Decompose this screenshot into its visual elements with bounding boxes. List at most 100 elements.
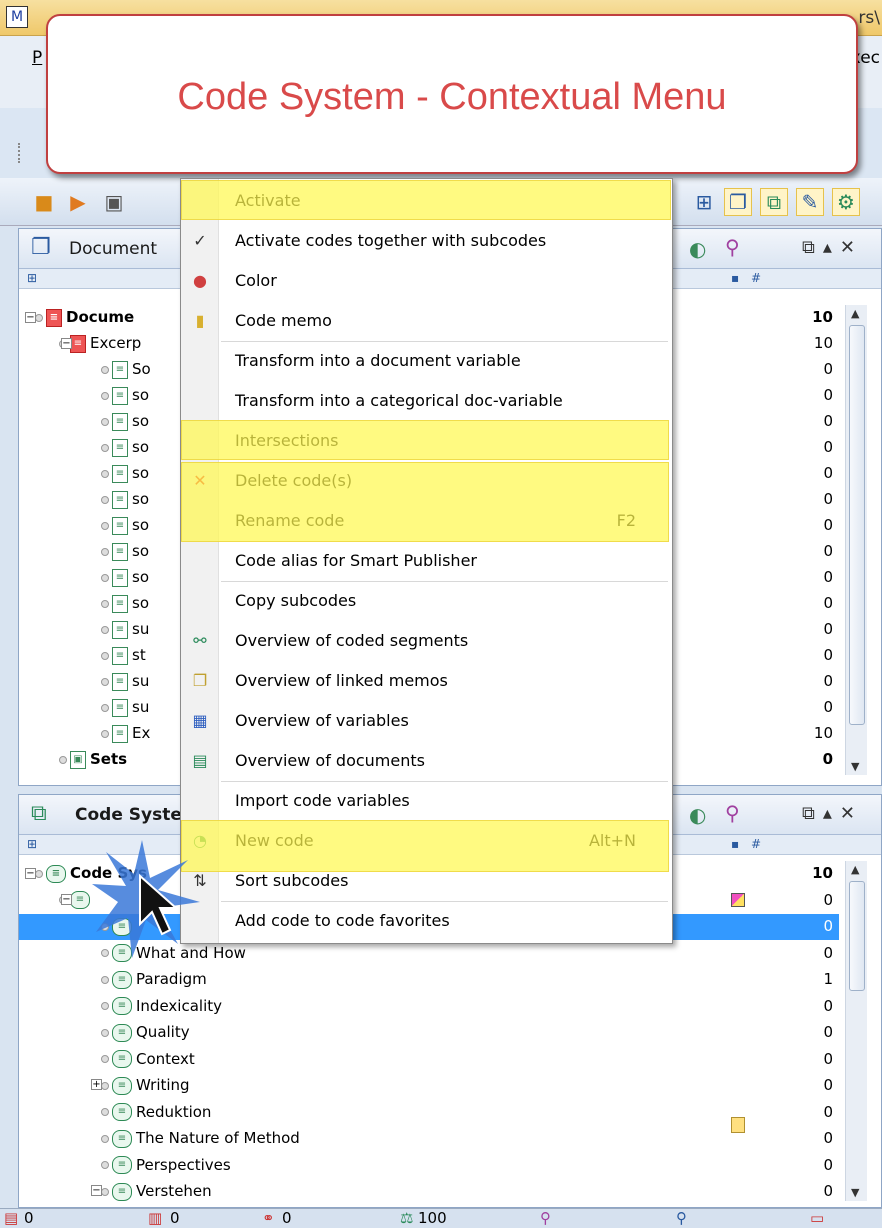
code-icon: ≡ xyxy=(112,1129,132,1148)
scroll-thumb[interactable] xyxy=(849,881,865,991)
highlight-delete-rename xyxy=(181,462,669,542)
row-count: 0 xyxy=(823,464,833,482)
expand-toggle[interactable]: + xyxy=(91,1079,102,1090)
retrieved-segments-icon[interactable]: ⚙ xyxy=(832,188,860,216)
row-count: 0 xyxy=(823,412,833,430)
code-row[interactable]: ≡ Reduktion 0 xyxy=(19,1100,839,1126)
panel-window-buttons[interactable]: ⧉▴✕ xyxy=(802,803,863,824)
row-count: 1 xyxy=(823,970,833,988)
menu-item-overview-of-variables[interactable]: ▦ Overview of variables xyxy=(181,701,672,741)
code-icon: ≡ xyxy=(112,1103,132,1121)
status-filter-icon[interactable]: ⚲ xyxy=(540,1209,551,1227)
row-count: 0 xyxy=(823,386,833,404)
checkmark-icon: ✓ xyxy=(193,230,207,250)
code-system-window-icon[interactable]: ⧉ xyxy=(760,188,788,216)
document-icon: ≡ xyxy=(112,568,128,587)
grid-view-icon[interactable]: ⊞ xyxy=(690,188,718,216)
open-project-icon[interactable]: ▶ xyxy=(64,188,92,216)
collapse-toggle[interactable]: − xyxy=(61,338,72,349)
scroll-up-icon[interactable]: ▲ xyxy=(851,307,859,320)
code-row[interactable]: ≡ Writing 0 xyxy=(19,1073,839,1099)
menu-item-first[interactable]: P xyxy=(32,48,42,68)
document-scrollbar[interactable]: ▲ ▼ xyxy=(845,305,867,775)
scroll-down-icon[interactable]: ▼ xyxy=(851,760,859,773)
app-icon[interactable]: M xyxy=(6,6,28,28)
row-label: Reduktion xyxy=(136,1102,212,1121)
menu-item-code-alias-for-smart-publisher[interactable]: Code alias for Smart Publisher xyxy=(181,541,672,581)
row-label: so xyxy=(132,412,149,430)
tree-node-dot xyxy=(101,729,109,738)
menu-item-copy-subcodes[interactable]: Copy subcodes xyxy=(181,581,672,621)
window-title: rs\ xyxy=(858,8,880,28)
document-icon: ≡ xyxy=(112,698,128,717)
code-row[interactable]: ≡ Verstehen 0 xyxy=(19,1179,839,1205)
row-label: Ex xyxy=(132,724,151,742)
code-row[interactable]: ≡ The Nature of Method 0 xyxy=(19,1126,839,1152)
status-memo-icon[interactable]: ▭ xyxy=(810,1209,824,1227)
row-count: 0 xyxy=(823,1023,833,1041)
code-icon: ≡ xyxy=(112,970,132,989)
menu-item-label: Import code variables xyxy=(235,791,410,810)
tree-node-dot xyxy=(101,1002,109,1010)
status-activation-icon[interactable]: ⚲ xyxy=(676,1209,687,1227)
row-label: st xyxy=(132,646,146,664)
document-panel-title: Document xyxy=(69,239,158,259)
code-row[interactable]: ≡ Indexicality 0 xyxy=(19,994,839,1020)
export-icon[interactable]: ▣ xyxy=(100,188,128,216)
row-count: 0 xyxy=(823,490,833,508)
row-label: So xyxy=(132,360,151,378)
collapse-toggle[interactable]: − xyxy=(25,312,36,323)
menu-item-overview-of-coded-segments[interactable]: ⚯ Overview of coded segments xyxy=(181,621,672,661)
menu-item-activate-codes-together-with-subcodes[interactable]: ✓ Activate codes together with subcodes xyxy=(181,221,672,261)
menu-item-transform-into-a-document-variable[interactable]: Transform into a document variable xyxy=(181,341,672,381)
collapse-toggle[interactable]: − xyxy=(61,894,72,905)
tree-node-dot xyxy=(101,521,109,530)
activate-toggle-icon[interactable]: ◐ xyxy=(689,803,706,827)
code-icon: ≡ xyxy=(112,1076,132,1095)
scroll-up-icon[interactable]: ▲ xyxy=(851,863,859,876)
memo-window-icon[interactable]: ✎ xyxy=(796,188,824,216)
menu-item-import-code-variables[interactable]: Import code variables xyxy=(181,781,672,821)
code-icon: ≡ xyxy=(112,997,132,1015)
search-icon[interactable]: ⚲ xyxy=(725,801,740,825)
menu-item-transform-into-a-categorical-doc-variable[interactable]: Transform into a categorical doc-variabl… xyxy=(181,381,672,421)
row-label: so xyxy=(132,568,149,586)
document-icon: ≡ xyxy=(112,646,128,665)
code-row[interactable]: ≡ Quality 0 xyxy=(19,1020,839,1046)
menu-item-overview-of-linked-memos[interactable]: ❐ Overview of linked memos xyxy=(181,661,672,701)
code-row[interactable]: ≡ Perspectives 0 xyxy=(19,1153,839,1179)
row-label: so xyxy=(132,490,149,508)
status-codes-count: 0 xyxy=(170,1209,180,1227)
status-docs-icon: ▤ xyxy=(4,1209,19,1227)
tree-node-dot xyxy=(101,1055,109,1063)
search-icon[interactable]: ⚲ xyxy=(725,235,740,259)
documents-icon: ▤ xyxy=(192,750,208,770)
code-row[interactable]: ≡ Context 0 xyxy=(19,1047,839,1073)
code-row[interactable]: ≡ Paradigm 1 xyxy=(19,967,839,993)
row-label: so xyxy=(132,438,149,456)
tree-node-dot xyxy=(101,469,109,478)
menu-item-code-memo[interactable]: ▮ Code memo xyxy=(181,301,672,341)
document-window-icon[interactable]: ❐ xyxy=(724,188,752,216)
tree-node-dot xyxy=(59,755,67,764)
menu-item-color[interactable]: ● Color xyxy=(181,261,672,301)
new-project-icon[interactable]: ■ xyxy=(30,188,58,216)
code-memo-icon[interactable] xyxy=(731,1117,745,1133)
toolbar-grip[interactable] xyxy=(18,143,22,163)
status-weight-value: 100 xyxy=(418,1209,447,1227)
panel-window-buttons[interactable]: ⧉▴✕ xyxy=(802,237,863,258)
collapse-toggle[interactable]: − xyxy=(25,868,36,879)
row-label: Paradigm xyxy=(136,970,207,988)
scroll-thumb[interactable] xyxy=(849,325,865,725)
status-docs-count: 0 xyxy=(24,1209,34,1227)
code-scrollbar[interactable]: ▲ ▼ xyxy=(845,861,867,1201)
menu-item-add-code-to-code-favorites[interactable]: Add code to code favorites xyxy=(181,901,672,941)
activate-toggle-icon[interactable]: ◐ xyxy=(689,237,706,261)
row-count: 0 xyxy=(823,943,833,962)
scroll-down-icon[interactable]: ▼ xyxy=(851,1186,859,1199)
collapse-toggle[interactable]: − xyxy=(91,1185,102,1196)
linked-memos-icon: ❐ xyxy=(192,670,208,690)
menu-item-overview-of-documents[interactable]: ▤ Overview of documents xyxy=(181,741,672,781)
row-count: 10 xyxy=(812,864,833,882)
tree-node-dot xyxy=(101,365,109,374)
